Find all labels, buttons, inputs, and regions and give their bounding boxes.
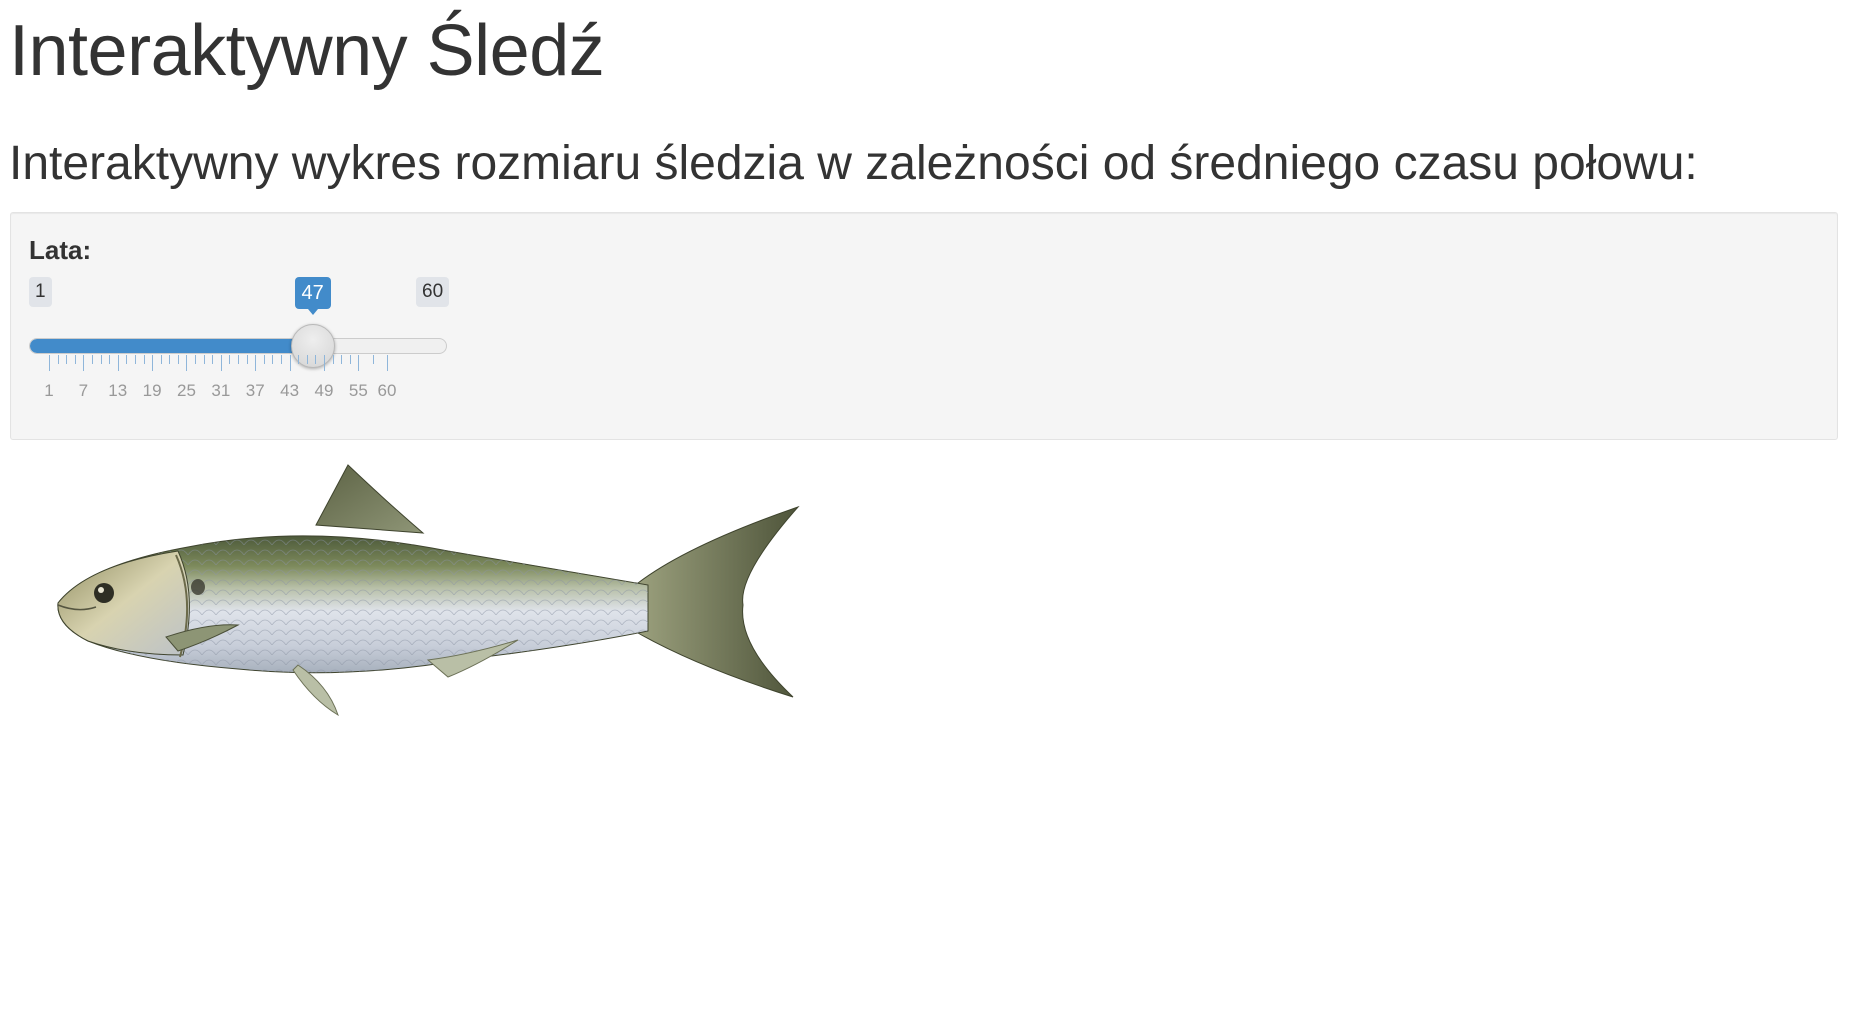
slider-major-tick <box>220 355 222 371</box>
slider-minor-tick <box>212 355 214 364</box>
slider-minor-tick <box>281 355 283 364</box>
slider-minor-tick <box>66 355 68 364</box>
slider-major-tick <box>83 355 85 371</box>
slider-minor-tick <box>109 355 111 364</box>
slider-minor-tick <box>126 355 128 364</box>
slider-major-tick <box>289 355 291 371</box>
slider-minor-tick <box>349 355 351 364</box>
slider-minor-tick <box>74 355 76 364</box>
slider-tick-label: 19 <box>142 381 162 400</box>
slider-fill-bar <box>30 339 314 353</box>
slider-minor-tick <box>238 355 240 364</box>
slider-tick-label: 49 <box>314 381 334 400</box>
slider-max-label: 60 <box>416 277 450 307</box>
page-subtitle: Interaktywny wykres rozmiaru śledzia w z… <box>9 137 1698 190</box>
slider-minor-tick <box>263 355 265 364</box>
slider-minor-tick <box>177 355 179 364</box>
slider-minor-tick <box>91 355 93 364</box>
slider-minor-tick <box>372 355 374 364</box>
slider-minor-tick <box>246 355 248 364</box>
slider-minor-tick <box>341 355 343 364</box>
slider-major-tick <box>255 355 257 371</box>
slider-min-label: 1 <box>29 277 52 307</box>
slider-tick-label: 37 <box>245 381 265 400</box>
slider-tick-label: 43 <box>280 381 300 400</box>
slider-minor-tick <box>306 355 308 364</box>
slider-label: Lata: <box>29 235 92 265</box>
slider-minor-tick <box>160 355 162 364</box>
slider-major-tick <box>49 355 50 371</box>
slider-tick-label: 31 <box>211 381 231 400</box>
slider-tick-label: 7 <box>78 381 89 400</box>
slider-minor-tick <box>57 355 59 364</box>
slider-tick-label: 13 <box>108 381 128 400</box>
slider-minor-tick <box>298 355 300 364</box>
slider-minor-tick <box>203 355 205 364</box>
slider-minor-tick <box>229 355 231 364</box>
slider-minor-tick <box>315 355 317 364</box>
slider-track[interactable] <box>29 338 447 354</box>
slider-minor-tick <box>169 355 171 364</box>
slider-major-tick <box>152 355 154 371</box>
slider-tick-label: 60 <box>377 381 397 400</box>
slider-major-tick <box>186 355 188 371</box>
slider-major-tick <box>387 355 388 371</box>
slider-minor-tick <box>332 355 334 364</box>
slider-tick-label: 1 <box>44 381 54 400</box>
slider-minor-tick <box>143 355 145 364</box>
slider-minor-tick <box>272 355 274 364</box>
slider-tick-label: 25 <box>177 381 196 400</box>
slider-minor-tick <box>134 355 136 364</box>
slider-major-tick <box>358 355 360 371</box>
page: Interaktywny Śledź Interaktywny wykres r… <box>0 0 1850 1020</box>
slider-value-label: 47 <box>294 277 331 315</box>
slider-tick-label: 55 <box>348 381 368 400</box>
sidebar-panel: Lata: 1 60 47 1 7 13 19 25 31 37 43 49 55 60 <box>10 212 1838 440</box>
slider-major-tick <box>117 355 119 371</box>
years-slider[interactable]: 1 60 47 1 7 13 19 25 31 37 43 49 55 60 <box>29 277 459 407</box>
page-title: Interaktywny Śledź <box>9 11 605 91</box>
slider-minor-tick <box>100 355 102 364</box>
slider-minor-tick <box>195 355 197 364</box>
slider-major-tick <box>323 355 325 371</box>
slider-grid: 1 7 13 19 25 31 37 43 49 55 60 <box>29 355 459 415</box>
herring-image <box>57 464 800 717</box>
